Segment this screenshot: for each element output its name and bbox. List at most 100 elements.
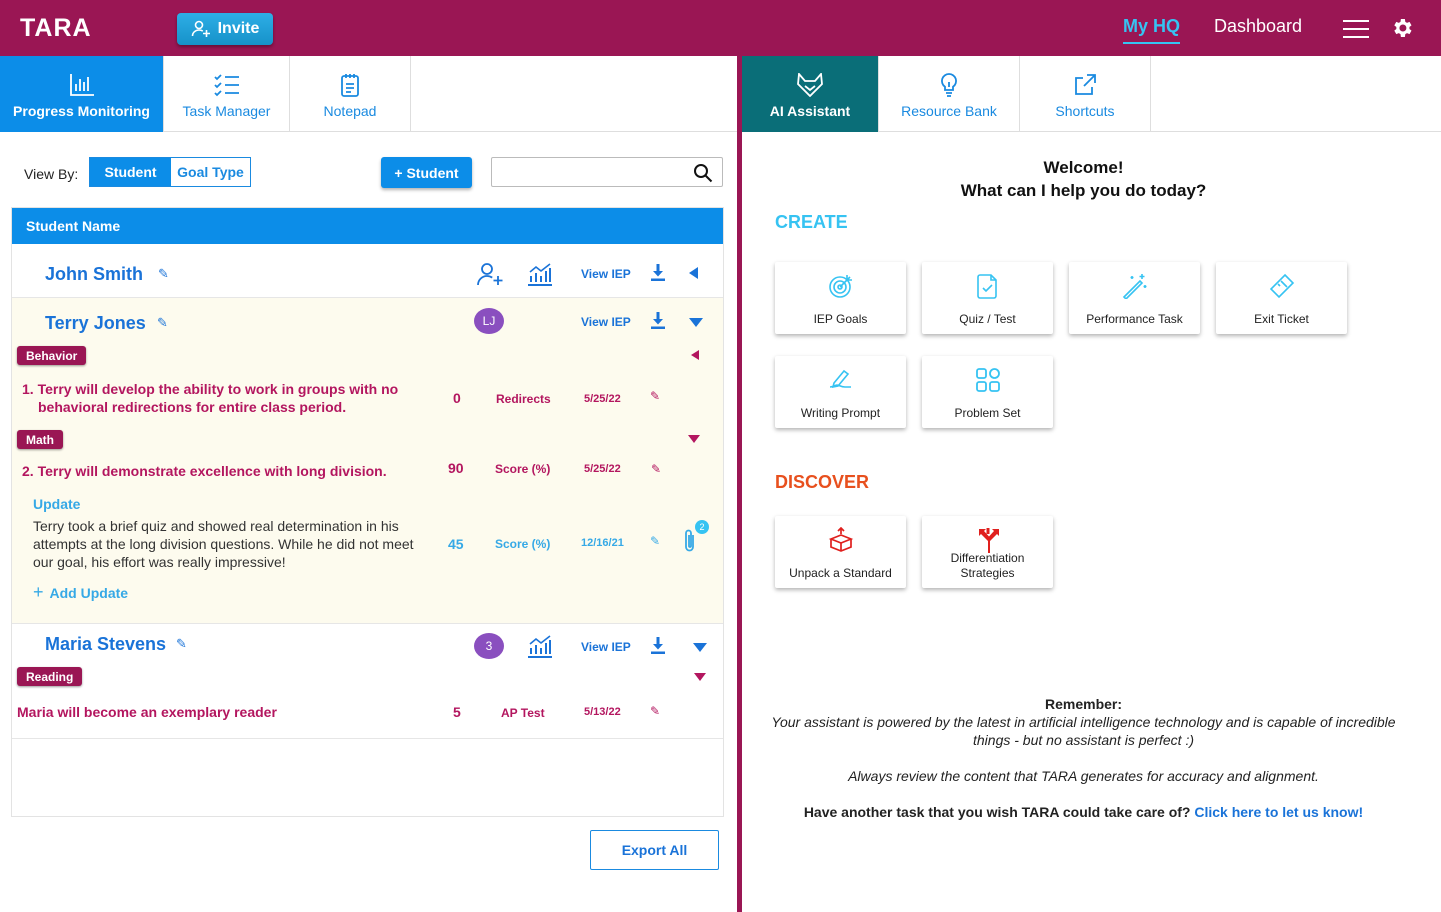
card-problem-set[interactable]: Problem Set [922, 356, 1053, 428]
goal-value: 5 [453, 704, 461, 720]
goal-measure: AP Test [501, 706, 545, 720]
feedback-link[interactable]: Click here to let us know! [1194, 804, 1363, 820]
card-performance-task[interactable]: Performance Task [1069, 262, 1200, 334]
nav-my-hq[interactable]: My HQ [1123, 16, 1181, 44]
card-unpack-standard[interactable]: Unpack a Standard [775, 516, 906, 588]
export-all-button[interactable]: Export All [590, 830, 719, 870]
tab-label: Notepad [323, 103, 377, 119]
edit-update-icon[interactable]: ✎ [650, 534, 660, 548]
bar-chart-icon [69, 74, 94, 96]
remember-text: Your assistant is powered by the latest … [771, 714, 1396, 748]
edit-goal-icon[interactable]: ✎ [650, 704, 660, 718]
remember-note: Remember: Your assistant is powered by t… [762, 695, 1405, 821]
download-icon[interactable] [651, 637, 665, 654]
view-iep-link[interactable]: View IEP [581, 267, 631, 281]
collapse-arrow-icon[interactable] [691, 350, 699, 360]
view-by-label: View By: [24, 166, 79, 182]
tab-notepad[interactable]: Notepad [290, 56, 411, 132]
goal-text: 1. Terry will develop the ability to wor… [22, 381, 399, 415]
update-value: 45 [448, 536, 464, 552]
goal-category-tag: Math [17, 430, 63, 449]
download-icon[interactable] [651, 264, 665, 281]
add-student-button[interactable]: + Student [381, 157, 472, 188]
paperclip-icon[interactable] [683, 528, 697, 554]
add-update-button[interactable]: + Add Update [33, 582, 128, 603]
edit-goal-icon[interactable]: ✎ [651, 462, 661, 476]
external-link-icon [1075, 74, 1096, 95]
invite-button[interactable]: Invite [177, 13, 273, 45]
tab-task-manager[interactable]: Task Manager [164, 56, 290, 132]
goal-text: 2. Terry will demonstrate excellence wit… [22, 463, 387, 479]
expand-arrow-icon[interactable] [694, 673, 706, 681]
download-icon[interactable] [651, 312, 665, 329]
discover-heading: DISCOVER [775, 472, 870, 492]
avatar[interactable]: LJ [474, 308, 504, 334]
goal-measure: Score (%) [495, 462, 551, 476]
avatar[interactable]: 3 [474, 633, 504, 659]
expand-arrow-icon[interactable] [689, 318, 703, 327]
shapes-icon [975, 368, 1000, 392]
goal-text: Maria will become an exemplary reader [17, 704, 277, 720]
create-heading: CREATE [775, 212, 848, 232]
feedback-text: Have another task that you wish TARA cou… [803, 804, 1191, 820]
app-logo[interactable]: TARA [20, 14, 92, 43]
edit-goal-icon[interactable]: ✎ [650, 389, 660, 403]
card-label: Differentiation Strategies [950, 551, 1025, 580]
gear-icon[interactable] [1390, 16, 1414, 40]
bar-chart-icon[interactable] [527, 634, 553, 658]
student-row-terry-jones: Terry Jones ✎ LJ View IEP Behavior 1. Te… [12, 298, 723, 624]
invite-label: Invite [217, 20, 260, 37]
bar-chart-icon[interactable] [527, 262, 553, 286]
tab-label: AI Assistant [769, 103, 851, 119]
search-input[interactable] [491, 157, 723, 187]
welcome-message: Welcome! What can I help you do today? [742, 156, 1425, 202]
tab-label: Progress Monitoring [13, 103, 150, 119]
card-iep-goals[interactable]: IEP Goals [775, 262, 906, 334]
student-name[interactable]: John Smith [45, 264, 143, 285]
toggle-student[interactable]: Student [90, 158, 171, 186]
nav-dashboard[interactable]: Dashboard [1214, 16, 1302, 37]
card-label: Performance Task [1086, 312, 1183, 326]
student-row-john-smith[interactable]: John Smith ✎ View IEP [12, 244, 723, 298]
tab-shortcuts[interactable]: Shortcuts [1020, 56, 1151, 132]
expand-arrow-icon[interactable] [688, 435, 700, 443]
tab-resource-bank[interactable]: Resource Bank [879, 56, 1020, 132]
right-tab-bar: AI Assistant Resource Bank Shortcuts [742, 56, 1441, 132]
student-name[interactable]: Maria Stevens [45, 634, 166, 655]
target-icon [828, 275, 852, 298]
card-quiz-test[interactable]: Quiz / Test [922, 262, 1053, 334]
tab-label: Resource Bank [901, 103, 997, 119]
update-text: Terry took a brief quiz and showed real … [33, 518, 414, 570]
goal-date: 5/25/22 [584, 393, 621, 405]
collapse-arrow-icon[interactable] [689, 267, 698, 279]
writing-hand-icon [829, 369, 851, 389]
search-icon[interactable] [693, 163, 713, 183]
tab-ai-assistant[interactable]: AI Assistant [742, 56, 879, 132]
tab-progress-monitoring[interactable]: Progress Monitoring [0, 56, 164, 132]
edit-student-icon[interactable]: ✎ [157, 315, 168, 331]
edit-student-icon[interactable]: ✎ [158, 266, 169, 282]
toggle-goal-type[interactable]: Goal Type [171, 158, 250, 186]
goal-category-tag: Behavior [17, 346, 87, 365]
view-iep-link[interactable]: View IEP [581, 315, 631, 329]
review-text: Always review the content that TARA gene… [848, 768, 1319, 784]
card-writing-prompt[interactable]: Writing Prompt [775, 356, 906, 428]
view-iep-link[interactable]: View IEP [581, 640, 631, 654]
add-update-label: Add Update [49, 585, 129, 601]
quiz-icon [976, 274, 997, 299]
goal-measure: Redirects [496, 392, 551, 406]
card-label: Writing Prompt [800, 406, 881, 420]
menu-icon[interactable] [1343, 20, 1369, 38]
card-label: IEP Goals [813, 312, 868, 326]
welcome-line-2: What can I help you do today? [960, 181, 1207, 200]
add-user-icon[interactable] [476, 262, 504, 286]
welcome-line-1: Welcome! [1043, 158, 1124, 177]
card-label: Quiz / Test [959, 312, 1016, 326]
student-name[interactable]: Terry Jones [45, 313, 146, 334]
card-exit-ticket[interactable]: Exit Ticket [1216, 262, 1347, 334]
left-tab-bar: Progress Monitoring Task Manager Notepad [0, 56, 737, 132]
fox-icon [797, 73, 823, 97]
expand-arrow-icon[interactable] [693, 643, 707, 652]
edit-student-icon[interactable]: ✎ [176, 636, 187, 652]
card-differentiation-strategies[interactable]: Differentiation Strategies [922, 516, 1053, 588]
